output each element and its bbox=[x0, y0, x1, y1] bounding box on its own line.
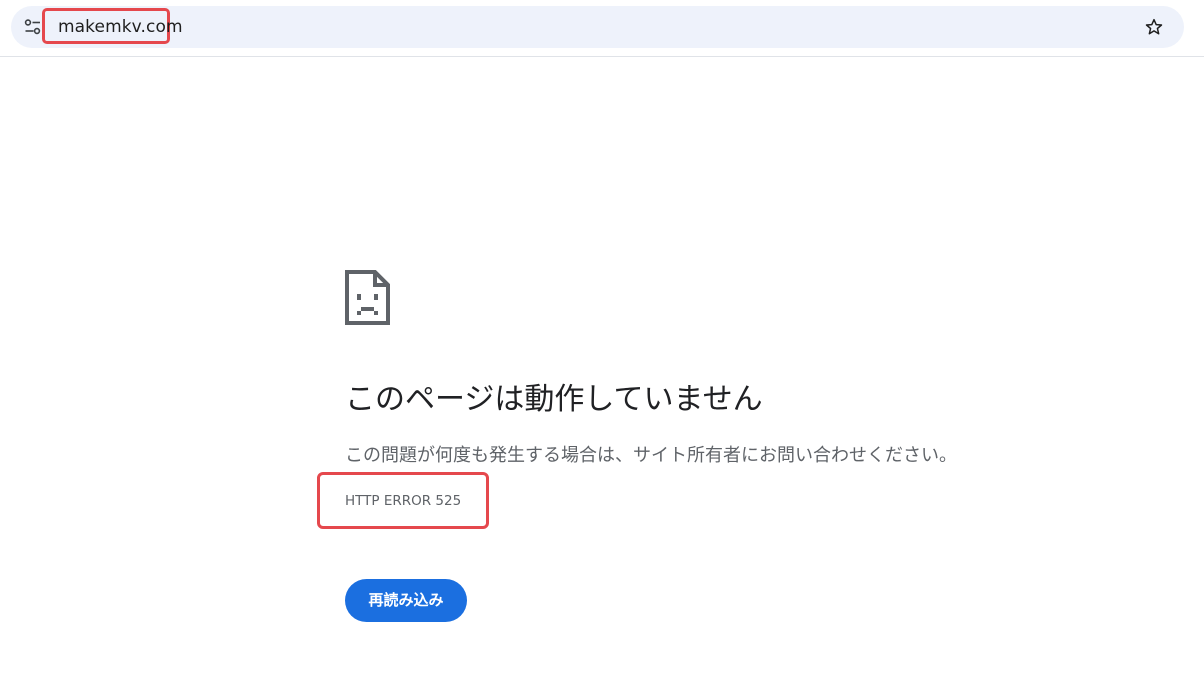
error-headline: このページは動作していません bbox=[345, 382, 763, 417]
tune-icon[interactable] bbox=[24, 18, 42, 36]
address-bar[interactable]: makemkv.com bbox=[11, 6, 1184, 48]
error-description: この問題が何度も発生する場合は、サイト所有者にお問い合わせください。 bbox=[345, 445, 957, 466]
sad-page-icon bbox=[345, 270, 390, 325]
browser-toolbar: makemkv.com bbox=[0, 0, 1204, 57]
error-code: HTTP ERROR 525 bbox=[345, 493, 462, 509]
star-outline-icon[interactable] bbox=[1144, 17, 1164, 37]
reload-button[interactable]: 再読み込み bbox=[345, 579, 467, 622]
url-text[interactable]: makemkv.com bbox=[58, 16, 183, 38]
